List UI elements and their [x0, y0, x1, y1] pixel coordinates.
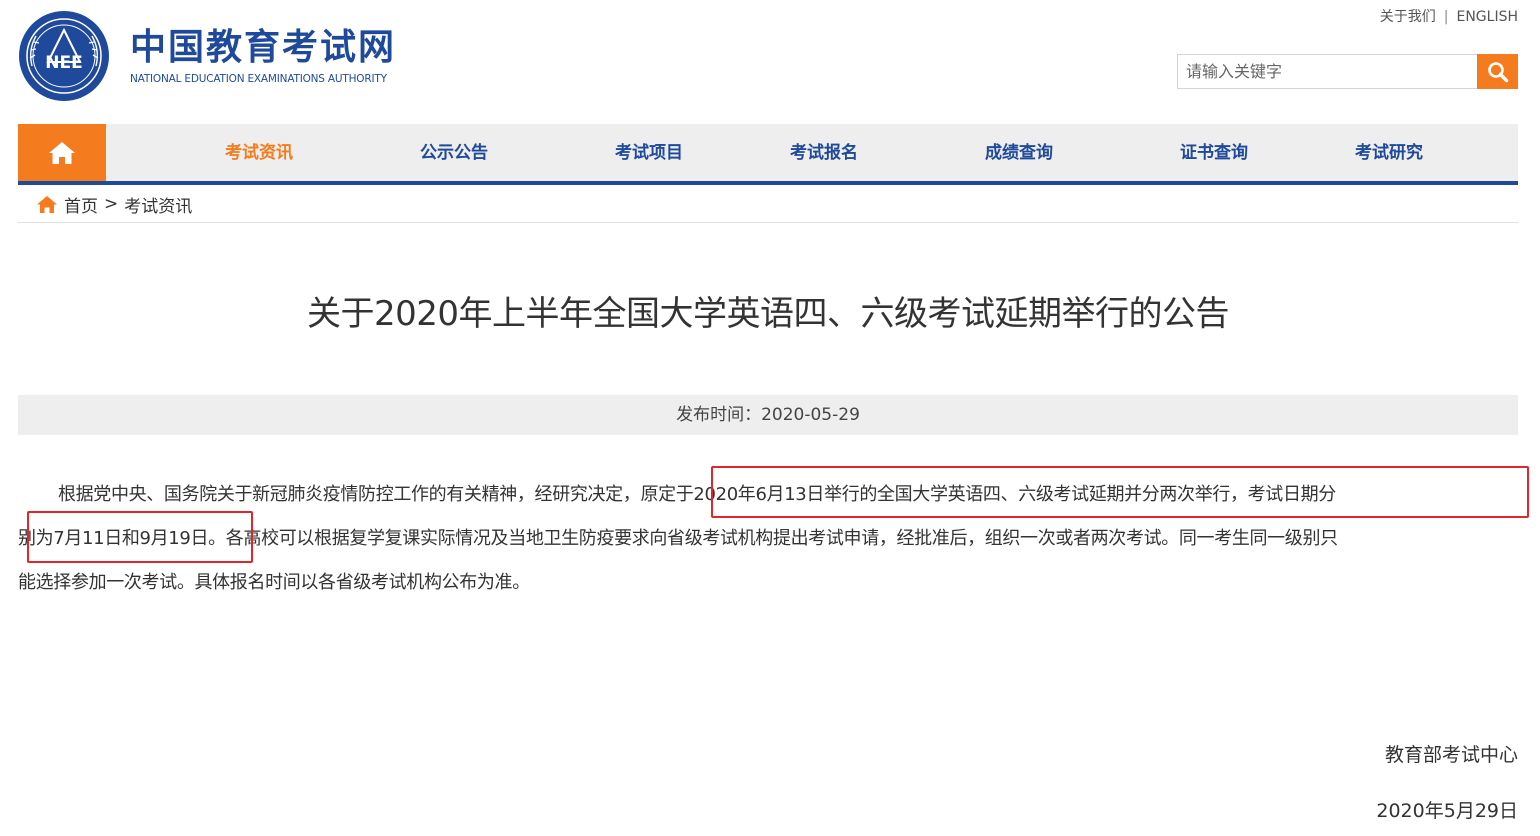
publish-time-bar: 发布时间：2020-05-29	[18, 395, 1518, 435]
top-links-separator: |	[1443, 9, 1449, 25]
article-line-3: 能选择参加一次考试。具体报名时间以各省级考试机构公布为准。	[18, 572, 530, 593]
main-nav: 考试资讯 公示公告 考试项目 考试报名 成绩查询 证书查询 考试研究	[18, 124, 1518, 182]
logo-text: NEE	[45, 53, 82, 73]
search-icon	[1487, 61, 1508, 82]
nav-home-button[interactable]	[18, 124, 106, 182]
nav-item-exam-research[interactable]: 考试研究	[1355, 124, 1423, 182]
breadcrumb: 首页 > 考试资讯	[36, 190, 192, 218]
article-line-1-text: 根据党中央、国务院关于新冠肺炎疫情防控工作的有关精神，经研究决定，原定于2020…	[58, 484, 1336, 505]
breadcrumb-home-icon	[36, 195, 58, 214]
nav-underline	[18, 181, 1518, 185]
nav-item-score-query[interactable]: 成绩查询	[985, 124, 1053, 182]
nav-item-exam-news[interactable]: 考试资讯	[225, 124, 293, 182]
search-input[interactable]	[1177, 54, 1477, 89]
brand[interactable]: 中国教育考试网 NATIONAL EDUCATION EXAMINATIONS …	[130, 28, 396, 86]
article-line-1: 根据党中央、国务院关于新冠肺炎疫情防控工作的有关精神，经研究决定，原定于2020…	[18, 483, 1538, 507]
nav-item-announcements[interactable]: 公示公告	[420, 124, 488, 182]
top-links: 关于我们 | ENGLISH	[1380, 6, 1518, 26]
nav-item-certificate-query[interactable]: 证书查询	[1180, 124, 1248, 182]
search-button[interactable]	[1477, 54, 1518, 89]
article-line-2: 别为7月11日和9月19日。各高校可以根据复学复课实际情况及当地卫生防疫要求向省…	[18, 528, 1338, 549]
publish-time: 发布时间：2020-05-29	[676, 405, 860, 425]
brand-name-en: NATIONAL EDUCATION EXAMINATIONS AUTHORIT…	[130, 73, 387, 85]
site-logo[interactable]: NEE	[18, 10, 110, 102]
article-title: 关于2020年上半年全国大学英语四、六级考试延期举行的公告	[306, 294, 1230, 334]
breadcrumb-separator: >	[104, 194, 119, 214]
nav-item-exam-registration[interactable]: 考试报名	[790, 124, 858, 182]
breadcrumb-current[interactable]: 考试资讯	[124, 192, 192, 217]
logo-emblem-icon: NEE	[19, 11, 109, 101]
home-icon	[49, 142, 75, 164]
breadcrumb-home-link[interactable]: 首页	[64, 192, 98, 217]
nav-item-exam-projects[interactable]: 考试项目	[615, 124, 683, 182]
about-us-link[interactable]: 关于我们	[1380, 9, 1436, 25]
english-link[interactable]: ENGLISH	[1456, 9, 1518, 25]
article-date: 2020年5月29日	[1376, 800, 1518, 822]
search-bar	[1177, 54, 1518, 89]
breadcrumb-divider	[18, 222, 1518, 223]
brand-name-cn: 中国教育考试网	[130, 27, 397, 68]
article-signature: 教育部考试中心	[1384, 744, 1518, 766]
